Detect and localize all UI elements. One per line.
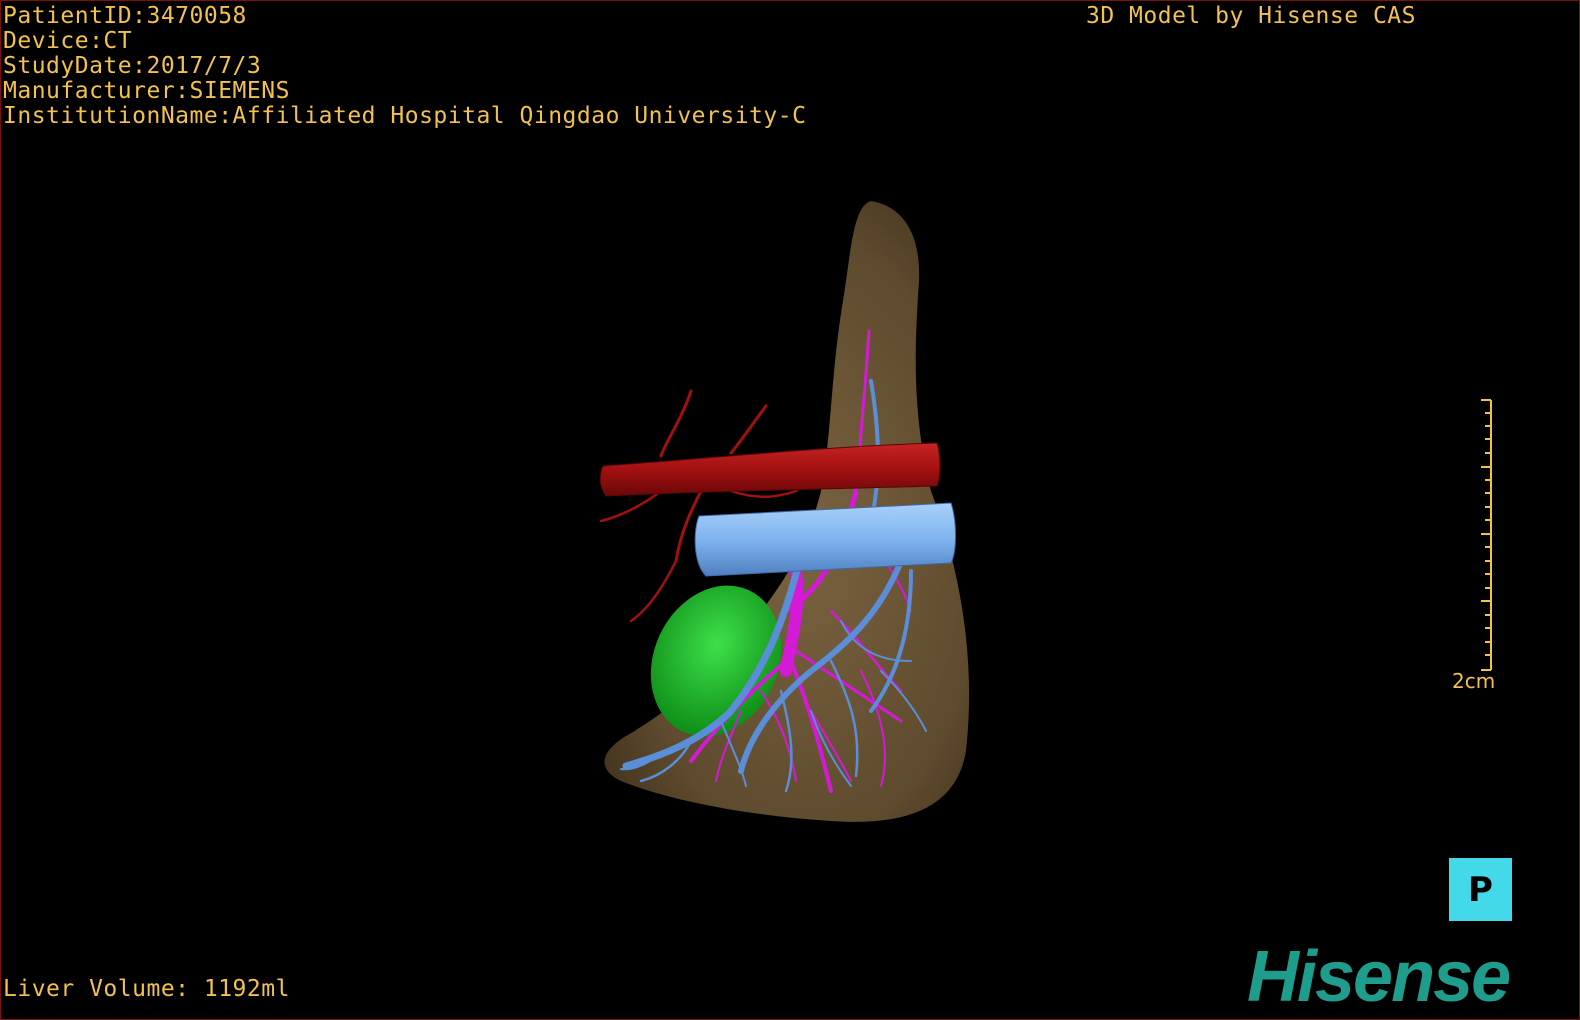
patient-id-label: PatientID:3470058 [3, 3, 247, 29]
model-credit-label: 3D Model by Hisense CAS [1086, 3, 1416, 29]
institution-label: InstitutionName:Affiliated Hospital Qing… [3, 103, 807, 129]
hepatic-artery-branches [599, 389, 798, 623]
orientation-label: P [1468, 869, 1493, 910]
liver-3d-model[interactable] [581, 191, 1001, 841]
svg-text:Hisense: Hisense [1247, 941, 1510, 1013]
orientation-cube-icon[interactable]: P [1449, 858, 1512, 921]
scale-label: 2cm [1452, 669, 1496, 693]
device-label: Device:CT [3, 28, 133, 54]
scale-ruler [1481, 399, 1492, 671]
study-date-label: StudyDate:2017/7/3 [3, 53, 262, 79]
3d-viewport[interactable]: PatientID:3470058 Device:CT StudyDate:20… [0, 0, 1580, 1020]
inferior-vena-cava [694, 502, 956, 577]
hisense-logo: Hisense [1247, 941, 1512, 1013]
liver-volume-label: Liver Volume: 1192ml [3, 976, 290, 1002]
manufacturer-label: Manufacturer:SIEMENS [3, 78, 290, 104]
